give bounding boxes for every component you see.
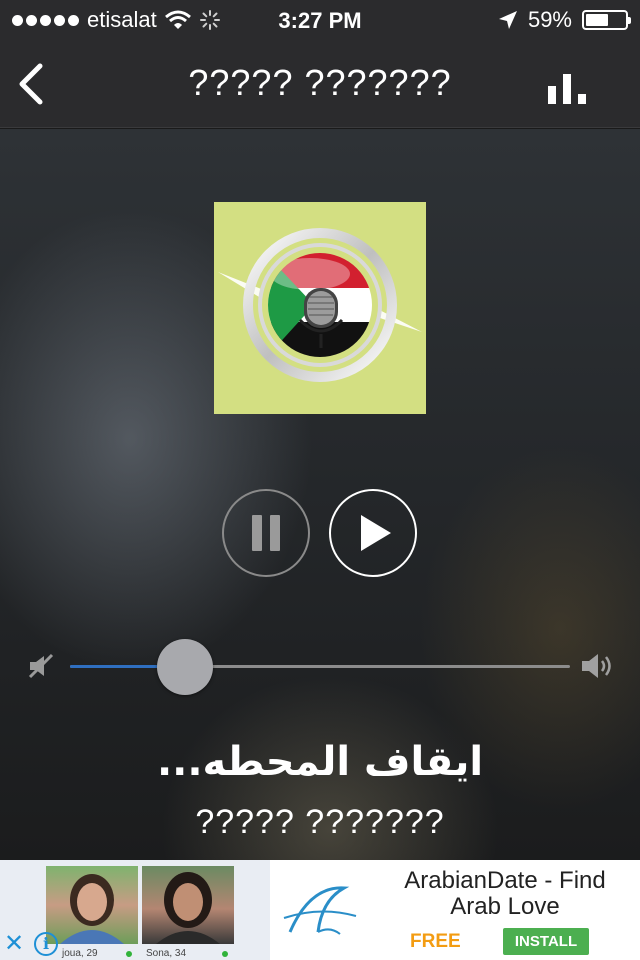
page-title: ????? ???????	[188, 62, 452, 103]
arabiandate-logo-icon	[283, 886, 357, 935]
status-bar-right: 59%	[498, 0, 631, 40]
online-dot-icon	[222, 951, 228, 957]
online-dot-icon	[126, 951, 132, 957]
battery-icon	[582, 10, 631, 30]
play-button[interactable]	[329, 489, 417, 577]
equalizer-icon[interactable]	[548, 74, 590, 104]
volume-slider-thumb[interactable]	[157, 639, 213, 695]
ad-image-strip: joua, 29 Sona, 34 ✕ i	[0, 860, 270, 960]
nav-bar: ????? ???????	[0, 40, 640, 128]
playback-status: ايقاف المحطه...	[156, 739, 484, 785]
play-icon	[361, 515, 391, 551]
install-button[interactable]: INSTALL	[503, 928, 589, 955]
ad-info-icon[interactable]: i	[34, 932, 58, 956]
volume-max-icon[interactable]	[580, 651, 616, 681]
station-artwork	[214, 202, 426, 414]
ad-banner[interactable]: joua, 29 Sona, 34 ✕ i ArabianDate - Find…	[0, 860, 640, 960]
status-bar: etisalat 3:27 PM 59%	[0, 0, 640, 40]
location-arrow-icon	[498, 11, 517, 29]
ad-profile-photo	[46, 866, 138, 944]
battery-percent: 59%	[527, 7, 572, 32]
volume-control	[0, 639, 640, 695]
pause-icon	[252, 515, 262, 551]
player-panel: ايقاف المحطه... ????? ???????	[0, 129, 640, 860]
ad-profile-photo	[142, 866, 234, 944]
back-icon[interactable]	[14, 60, 58, 108]
pause-button[interactable]	[222, 489, 310, 577]
volume-mute-icon[interactable]	[28, 653, 56, 679]
battery-level	[586, 14, 608, 26]
ad-profile-label: joua, 29	[62, 948, 98, 959]
ad-app-logo	[270, 866, 370, 958]
radio-logo-icon	[218, 228, 422, 382]
ad-close-icon[interactable]: ✕	[4, 932, 26, 956]
volume-slider[interactable]	[70, 639, 570, 695]
ad-title: ArabianDate - Find Arab Love	[404, 867, 606, 920]
ad-profile-label: Sona, 34	[146, 948, 187, 959]
station-name: ????? ???????	[195, 803, 445, 841]
ad-price: FREE	[410, 931, 461, 952]
